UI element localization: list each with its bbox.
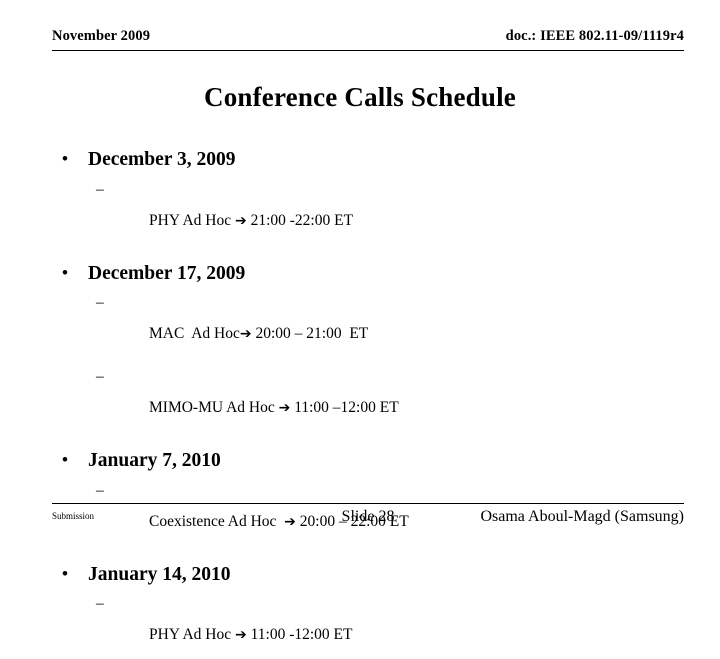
schedule-item-time: 11:00 -12:00 ET	[246, 626, 353, 643]
header-date: November 2009	[52, 28, 151, 44]
dash-icon: –	[96, 180, 104, 198]
dash-icon: –	[96, 294, 104, 311]
schedule-item-name: PHY Ad Hoc	[149, 626, 235, 643]
schedule-item-time: 20:00 – 21:00 ET	[251, 325, 369, 342]
schedule-date: • January 14, 2010	[0, 563, 720, 585]
schedule-list: • December 3, 2009 – PHY Ad Hoc ➔ 21:00 …	[0, 150, 720, 658]
schedule-group: • December 3, 2009 – PHY Ad Hoc ➔ 21:00 …	[0, 150, 720, 244]
schedule-item-time: 21:00 -22:00 ET	[246, 211, 354, 229]
arrow-icon: ➔	[234, 627, 247, 643]
header-document-number: doc.: IEEE 802.11-09/1119r4	[505, 28, 684, 44]
schedule-item-name: PHY Ad Hoc	[149, 211, 235, 229]
schedule-date-label: January 7, 2010	[88, 450, 221, 471]
slide-header: November 2009 doc.: IEEE 802.11-09/1119r…	[52, 28, 684, 45]
schedule-item: – PHY Ad Hoc ➔ 11:00 -12:00 ET	[0, 596, 720, 658]
dash-icon: –	[96, 595, 104, 612]
arrow-icon: ➔	[239, 326, 252, 342]
slide: November 2009 doc.: IEEE 802.11-09/1119r…	[0, 0, 720, 642]
schedule-item: – MIMO-MU Ad Hoc ➔ 11:00 –12:00 ET	[0, 369, 720, 431]
schedule-date: • January 7, 2010	[0, 451, 720, 471]
footer-author: Osama Aboul-Magd (Samsung)	[480, 508, 684, 525]
footer-divider	[52, 503, 684, 504]
page-title: Conference Calls Schedule	[204, 82, 516, 112]
arrow-icon: ➔	[234, 212, 247, 229]
schedule-group: • December 17, 2009 – MAC Ad Hoc➔ 20:00 …	[0, 262, 720, 432]
header-divider	[52, 50, 684, 51]
schedule-date-label: January 14, 2010	[88, 563, 231, 585]
schedule-item-name: MAC Ad Hoc	[149, 325, 240, 342]
schedule-item-name: MIMO-MU Ad Hoc	[149, 399, 279, 416]
bullet-icon: •	[62, 450, 68, 469]
schedule-item-time: 11:00 –12:00 ET	[290, 399, 399, 416]
arrow-icon: ➔	[278, 400, 291, 416]
schedule-group: • January 14, 2010 – PHY Ad Hoc ➔ 11:00 …	[0, 563, 720, 659]
bullet-icon: •	[62, 149, 68, 168]
schedule-date: • December 3, 2009	[0, 150, 720, 170]
schedule-item: – MAC Ad Hoc➔ 20:00 – 21:00 ET	[0, 295, 720, 357]
bullet-icon: •	[62, 563, 68, 583]
schedule-date: • December 17, 2009	[0, 262, 720, 284]
bullet-icon: •	[62, 262, 68, 282]
dash-icon: –	[96, 481, 104, 499]
dash-icon: –	[96, 368, 104, 385]
schedule-item: – PHY Ad Hoc ➔ 21:00 -22:00 ET	[0, 180, 720, 244]
schedule-date-label: December 17, 2009	[88, 262, 246, 284]
schedule-date-label: December 3, 2009	[88, 149, 236, 170]
slide-footer: Submission Slide 28 Osama Aboul-Magd (Sa…	[52, 508, 684, 534]
